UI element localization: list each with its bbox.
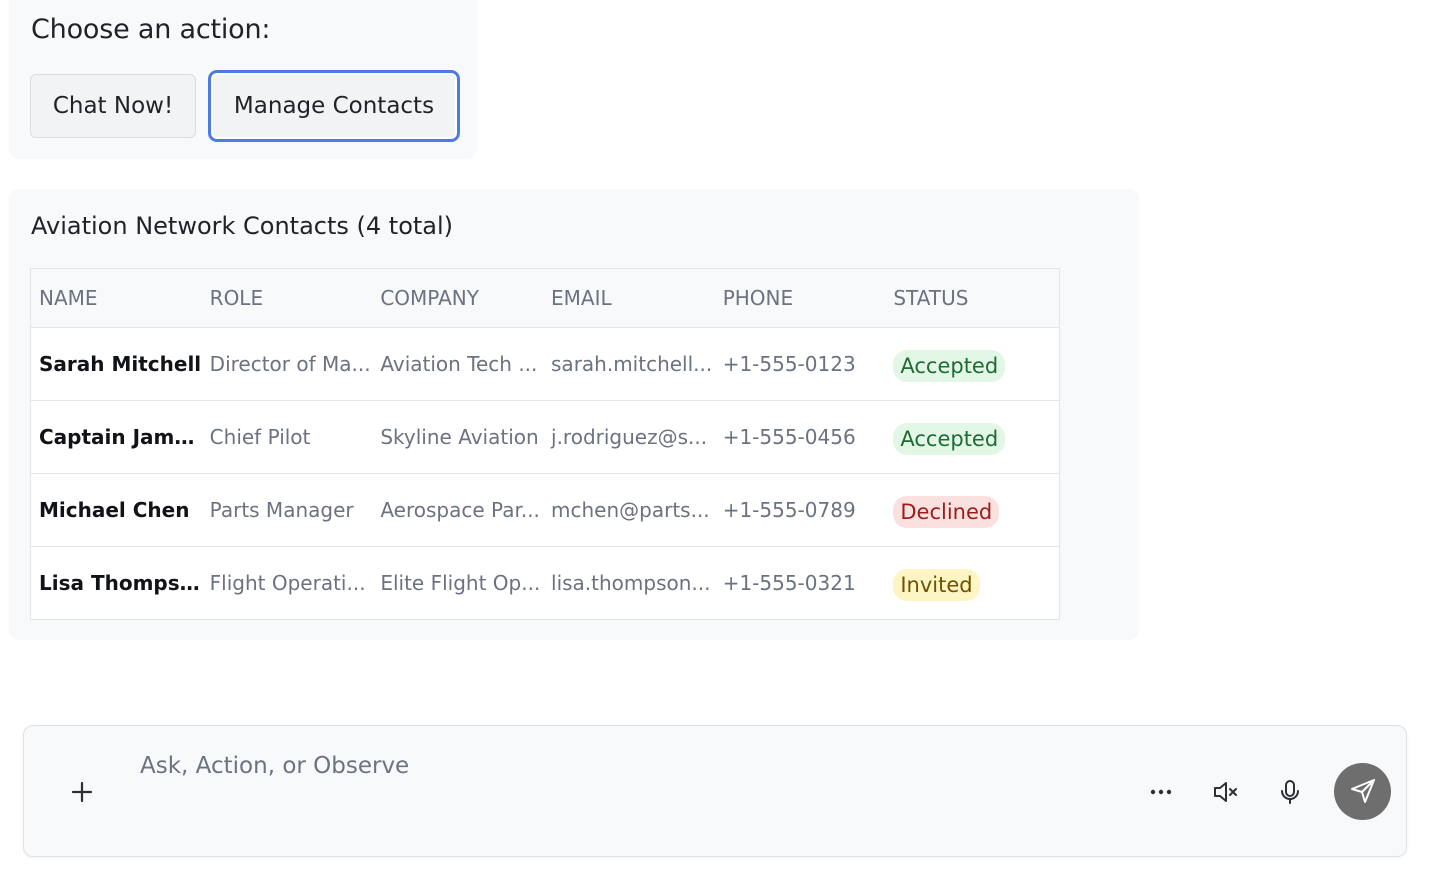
manage-contacts-button[interactable]: Manage Contacts	[208, 70, 460, 142]
send-icon	[1348, 775, 1378, 809]
contact-role: Flight Operati...	[209, 571, 366, 595]
action-panel-title: Choose an action:	[31, 14, 271, 45]
column-header-phone: PHONE	[722, 286, 794, 310]
contact-name: Michael Chen	[39, 498, 190, 522]
status-badge: Accepted	[893, 423, 1006, 455]
status-badge: Declined	[893, 496, 1000, 528]
contact-status-cell: Accepted	[885, 346, 1059, 382]
contact-role: Director of Ma...	[209, 352, 371, 376]
contact-phone: +1-555-0123	[722, 352, 856, 376]
contact-company: Skyline Aviation	[380, 425, 539, 449]
plus-icon[interactable]	[64, 774, 100, 810]
contact-phone: +1-555-0456	[722, 425, 856, 449]
action-panel: Choose an action: Chat Now! Manage Conta…	[9, 0, 477, 159]
column-header-company: COMPANY	[380, 286, 479, 310]
table-row[interactable]: Captain Jame... Chief Pilot Skyline Avia…	[31, 400, 1059, 473]
status-badge: Invited	[893, 569, 980, 601]
contacts-panel: Aviation Network Contacts (4 total) NAME…	[9, 189, 1139, 640]
table-row[interactable]: Sarah Mitchell Director of Ma... Aviatio…	[31, 327, 1059, 400]
contact-status-cell: Declined	[885, 492, 1059, 528]
contact-status-cell: Invited	[885, 565, 1059, 601]
contact-phone: +1-555-0321	[722, 571, 856, 595]
contact-name: Lisa Thompson	[39, 571, 202, 595]
chat-now-button[interactable]: Chat Now!	[30, 74, 196, 138]
table-row[interactable]: Michael Chen Parts Manager Aerospace Par…	[31, 473, 1059, 546]
column-header-email: EMAIL	[551, 286, 612, 310]
contact-email: sarah.mitchell...	[551, 352, 713, 376]
contact-name: Sarah Mitchell	[39, 352, 202, 376]
microphone-icon[interactable]	[1272, 774, 1308, 810]
status-badge: Accepted	[893, 350, 1006, 382]
contacts-table: NAME ROLE COMPANY EMAIL PHONE STATUS Sar…	[30, 268, 1060, 620]
volume-mute-icon[interactable]	[1207, 774, 1243, 810]
contact-email: mchen@parts...	[551, 498, 710, 522]
contact-status-cell: Accepted	[885, 419, 1059, 455]
contact-email: j.rodriguez@s...	[551, 425, 708, 449]
chat-composer	[23, 725, 1407, 857]
contacts-title: Aviation Network Contacts (4 total)	[31, 212, 454, 240]
contact-role: Chief Pilot	[209, 425, 311, 449]
more-horizontal-icon[interactable]	[1143, 774, 1179, 810]
contact-phone: +1-555-0789	[722, 498, 856, 522]
contact-company: Elite Flight Op...	[380, 571, 541, 595]
send-button[interactable]	[1334, 763, 1391, 820]
table-row[interactable]: Lisa Thompson Flight Operati... Elite Fl…	[31, 546, 1059, 619]
column-header-status: STATUS	[893, 286, 969, 310]
column-header-role: ROLE	[209, 286, 264, 310]
contact-name: Captain Jame...	[39, 425, 202, 449]
table-header: NAME ROLE COMPANY EMAIL PHONE STATUS	[31, 269, 1059, 327]
contact-company: Aerospace Par...	[380, 498, 540, 522]
contact-company: Aviation Tech ...	[380, 352, 538, 376]
contact-role: Parts Manager	[209, 498, 354, 522]
message-input[interactable]	[136, 746, 1036, 786]
column-header-name: NAME	[39, 286, 98, 310]
contact-email: lisa.thompson...	[551, 571, 711, 595]
